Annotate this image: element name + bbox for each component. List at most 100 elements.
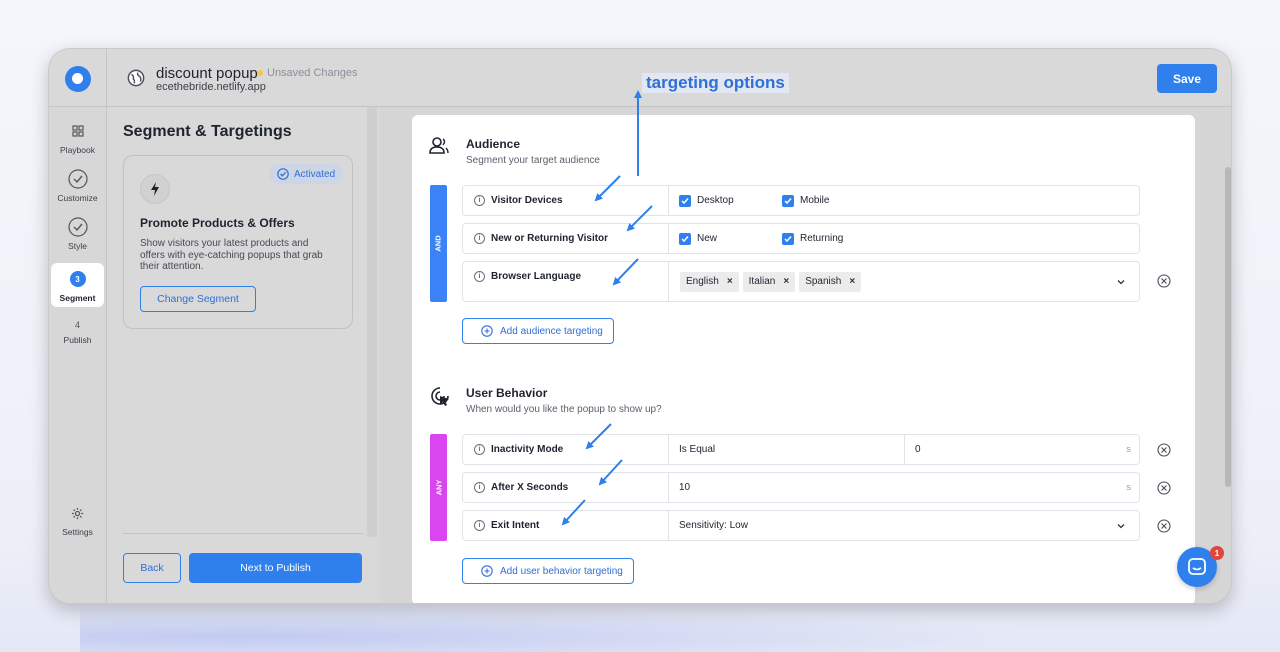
remove-chip-icon[interactable]: × [727, 276, 733, 287]
back-button[interactable]: Back [123, 553, 181, 583]
targeting-row-new-returning: i New or Returning Visitor New Returning [462, 223, 1140, 254]
checkbox-desktop[interactable]: Desktop [679, 194, 782, 207]
any-logic-bar[interactable]: ANY [430, 434, 447, 541]
chevron-down-icon[interactable] [1117, 278, 1125, 286]
panel-scrollbar[interactable] [367, 107, 377, 537]
language-chip: English × [680, 271, 739, 292]
behavior-subtitle: When would you like the popup to show up… [466, 404, 662, 415]
info-icon[interactable]: i [474, 271, 485, 282]
language-chip: Italian × [742, 271, 796, 292]
site-domain: ecethebride.netlify.app [156, 81, 266, 93]
targeting-row-inactivity-mode: i Inactivity Mode Is Equal 0s [462, 434, 1140, 465]
language-chip: Spanish × [799, 271, 862, 292]
checkbox-new[interactable]: New [679, 232, 782, 245]
input-value: 10 [679, 482, 691, 493]
remove-chip-icon[interactable]: × [783, 276, 789, 287]
info-icon[interactable]: i [474, 444, 485, 455]
chip-label: Spanish [805, 276, 842, 287]
info-icon[interactable]: i [474, 482, 485, 493]
options-cell: Desktop Mobile [669, 186, 829, 215]
chip-label: Italian [748, 276, 776, 287]
checkbox-label: Returning [800, 233, 844, 244]
targeting-row-browser-language: i Browser Language English × Italian × Span… [462, 261, 1140, 302]
options-cell: New Returning [669, 224, 843, 253]
chat-icon [1188, 558, 1206, 575]
info-icon[interactable]: i [474, 520, 485, 531]
check-circle-icon [67, 217, 88, 237]
nav-item-settings[interactable]: Settings [51, 503, 104, 547]
globe-icon [127, 69, 145, 87]
chat-notification-badge: 1 [1210, 546, 1224, 560]
change-segment-button[interactable]: Change Segment [140, 286, 256, 312]
row-label: i New or Returning Visitor [463, 224, 669, 253]
nav-item-playbook[interactable]: Playbook [51, 121, 104, 165]
check-circle-icon [67, 169, 88, 189]
targeting-card: Audience Segment your target audience AN… [412, 115, 1195, 603]
label-text: New or Returning Visitor [491, 233, 609, 244]
activated-badge: Activated [269, 164, 344, 184]
top-bar: discount popup Unsaved Changes ecethebri… [49, 49, 1231, 107]
segment-title: Promote Products & Offers [140, 216, 295, 230]
checked-icon [782, 232, 794, 245]
step-number: 4 [74, 320, 80, 330]
add-label: Add audience targeting [500, 325, 603, 337]
app-logo[interactable] [65, 66, 91, 92]
unsaved-text: Unsaved Changes [267, 67, 358, 79]
nav-item-publish[interactable]: 4 Publish [51, 315, 104, 359]
remove-row-icon[interactable] [1157, 519, 1171, 533]
segment-panel: Segment & Targetings Activated Promote P… [107, 107, 379, 603]
left-nav: Playbook Customize Style 3 Segment 4 Pub… [49, 107, 106, 603]
add-audience-targeting-button[interactable]: Add audience targeting [462, 318, 614, 344]
add-user-behavior-targeting-button[interactable]: Add user behavior targeting [462, 558, 634, 584]
annotation-label: targeting options [642, 73, 789, 93]
seconds-value-input[interactable]: 10 s [669, 473, 1139, 502]
operator-select[interactable]: Is Equal [669, 435, 905, 464]
select-value: Sensitivity: Low [679, 520, 748, 531]
next-to-publish-button[interactable]: Next to Publish [189, 553, 362, 583]
checkbox-label: Mobile [800, 195, 830, 206]
check-circle-icon [277, 168, 289, 180]
remove-row-icon[interactable] [1157, 481, 1171, 495]
language-multiselect[interactable]: English × Italian × Spanish × [669, 262, 1139, 301]
remove-row-icon[interactable] [1157, 274, 1171, 288]
background-glow [80, 600, 1180, 652]
nav-item-style[interactable]: Style [51, 217, 104, 261]
add-label: Add user behavior targeting [500, 565, 623, 577]
checkbox-label: Desktop [697, 195, 734, 206]
main-scrollbar[interactable] [1225, 167, 1231, 487]
row-label: i Visitor Devices [463, 186, 669, 215]
step-number: 3 [69, 271, 86, 287]
checkbox-returning[interactable]: Returning [782, 232, 844, 245]
grid-icon [68, 121, 88, 141]
chip-label: English [686, 276, 719, 287]
row-label: i After X Seconds [463, 473, 669, 502]
input-value: 0 [915, 444, 921, 455]
gear-icon [68, 503, 88, 523]
chevron-down-icon[interactable] [1117, 522, 1125, 530]
nav-label: Customize [57, 193, 98, 203]
info-icon[interactable]: i [474, 195, 485, 206]
plus-circle-icon [481, 325, 493, 337]
behavior-title: User Behavior [466, 386, 548, 400]
main-content: Audience Segment your target audience AN… [380, 107, 1231, 603]
nav-item-segment[interactable]: 3 Segment [51, 263, 104, 307]
segment-card: Activated Promote Products & Offers Show… [123, 155, 353, 329]
remove-chip-icon[interactable]: × [849, 276, 855, 287]
checkbox-mobile[interactable]: Mobile [782, 194, 830, 207]
audience-icon [429, 137, 449, 154]
nav-label: Style [68, 241, 87, 251]
sensitivity-select[interactable]: Sensitivity: Low [669, 511, 1139, 540]
segment-description: Show visitors your latest products and o… [140, 238, 323, 272]
bolt-icon [140, 174, 170, 204]
label-text: Exit Intent [491, 520, 540, 531]
and-logic-bar[interactable]: AND [430, 185, 447, 302]
nav-item-customize[interactable]: Customize [51, 169, 104, 213]
info-icon[interactable]: i [474, 233, 485, 244]
nav-label: Segment [59, 293, 96, 303]
nav-label: Playbook [60, 145, 95, 155]
save-button[interactable]: Save [1157, 64, 1217, 93]
label-text: Visitor Devices [491, 195, 563, 206]
popup-name[interactable]: discount popup [156, 65, 258, 82]
inactivity-value-input[interactable]: 0s [905, 435, 1139, 464]
remove-row-icon[interactable] [1157, 443, 1171, 457]
